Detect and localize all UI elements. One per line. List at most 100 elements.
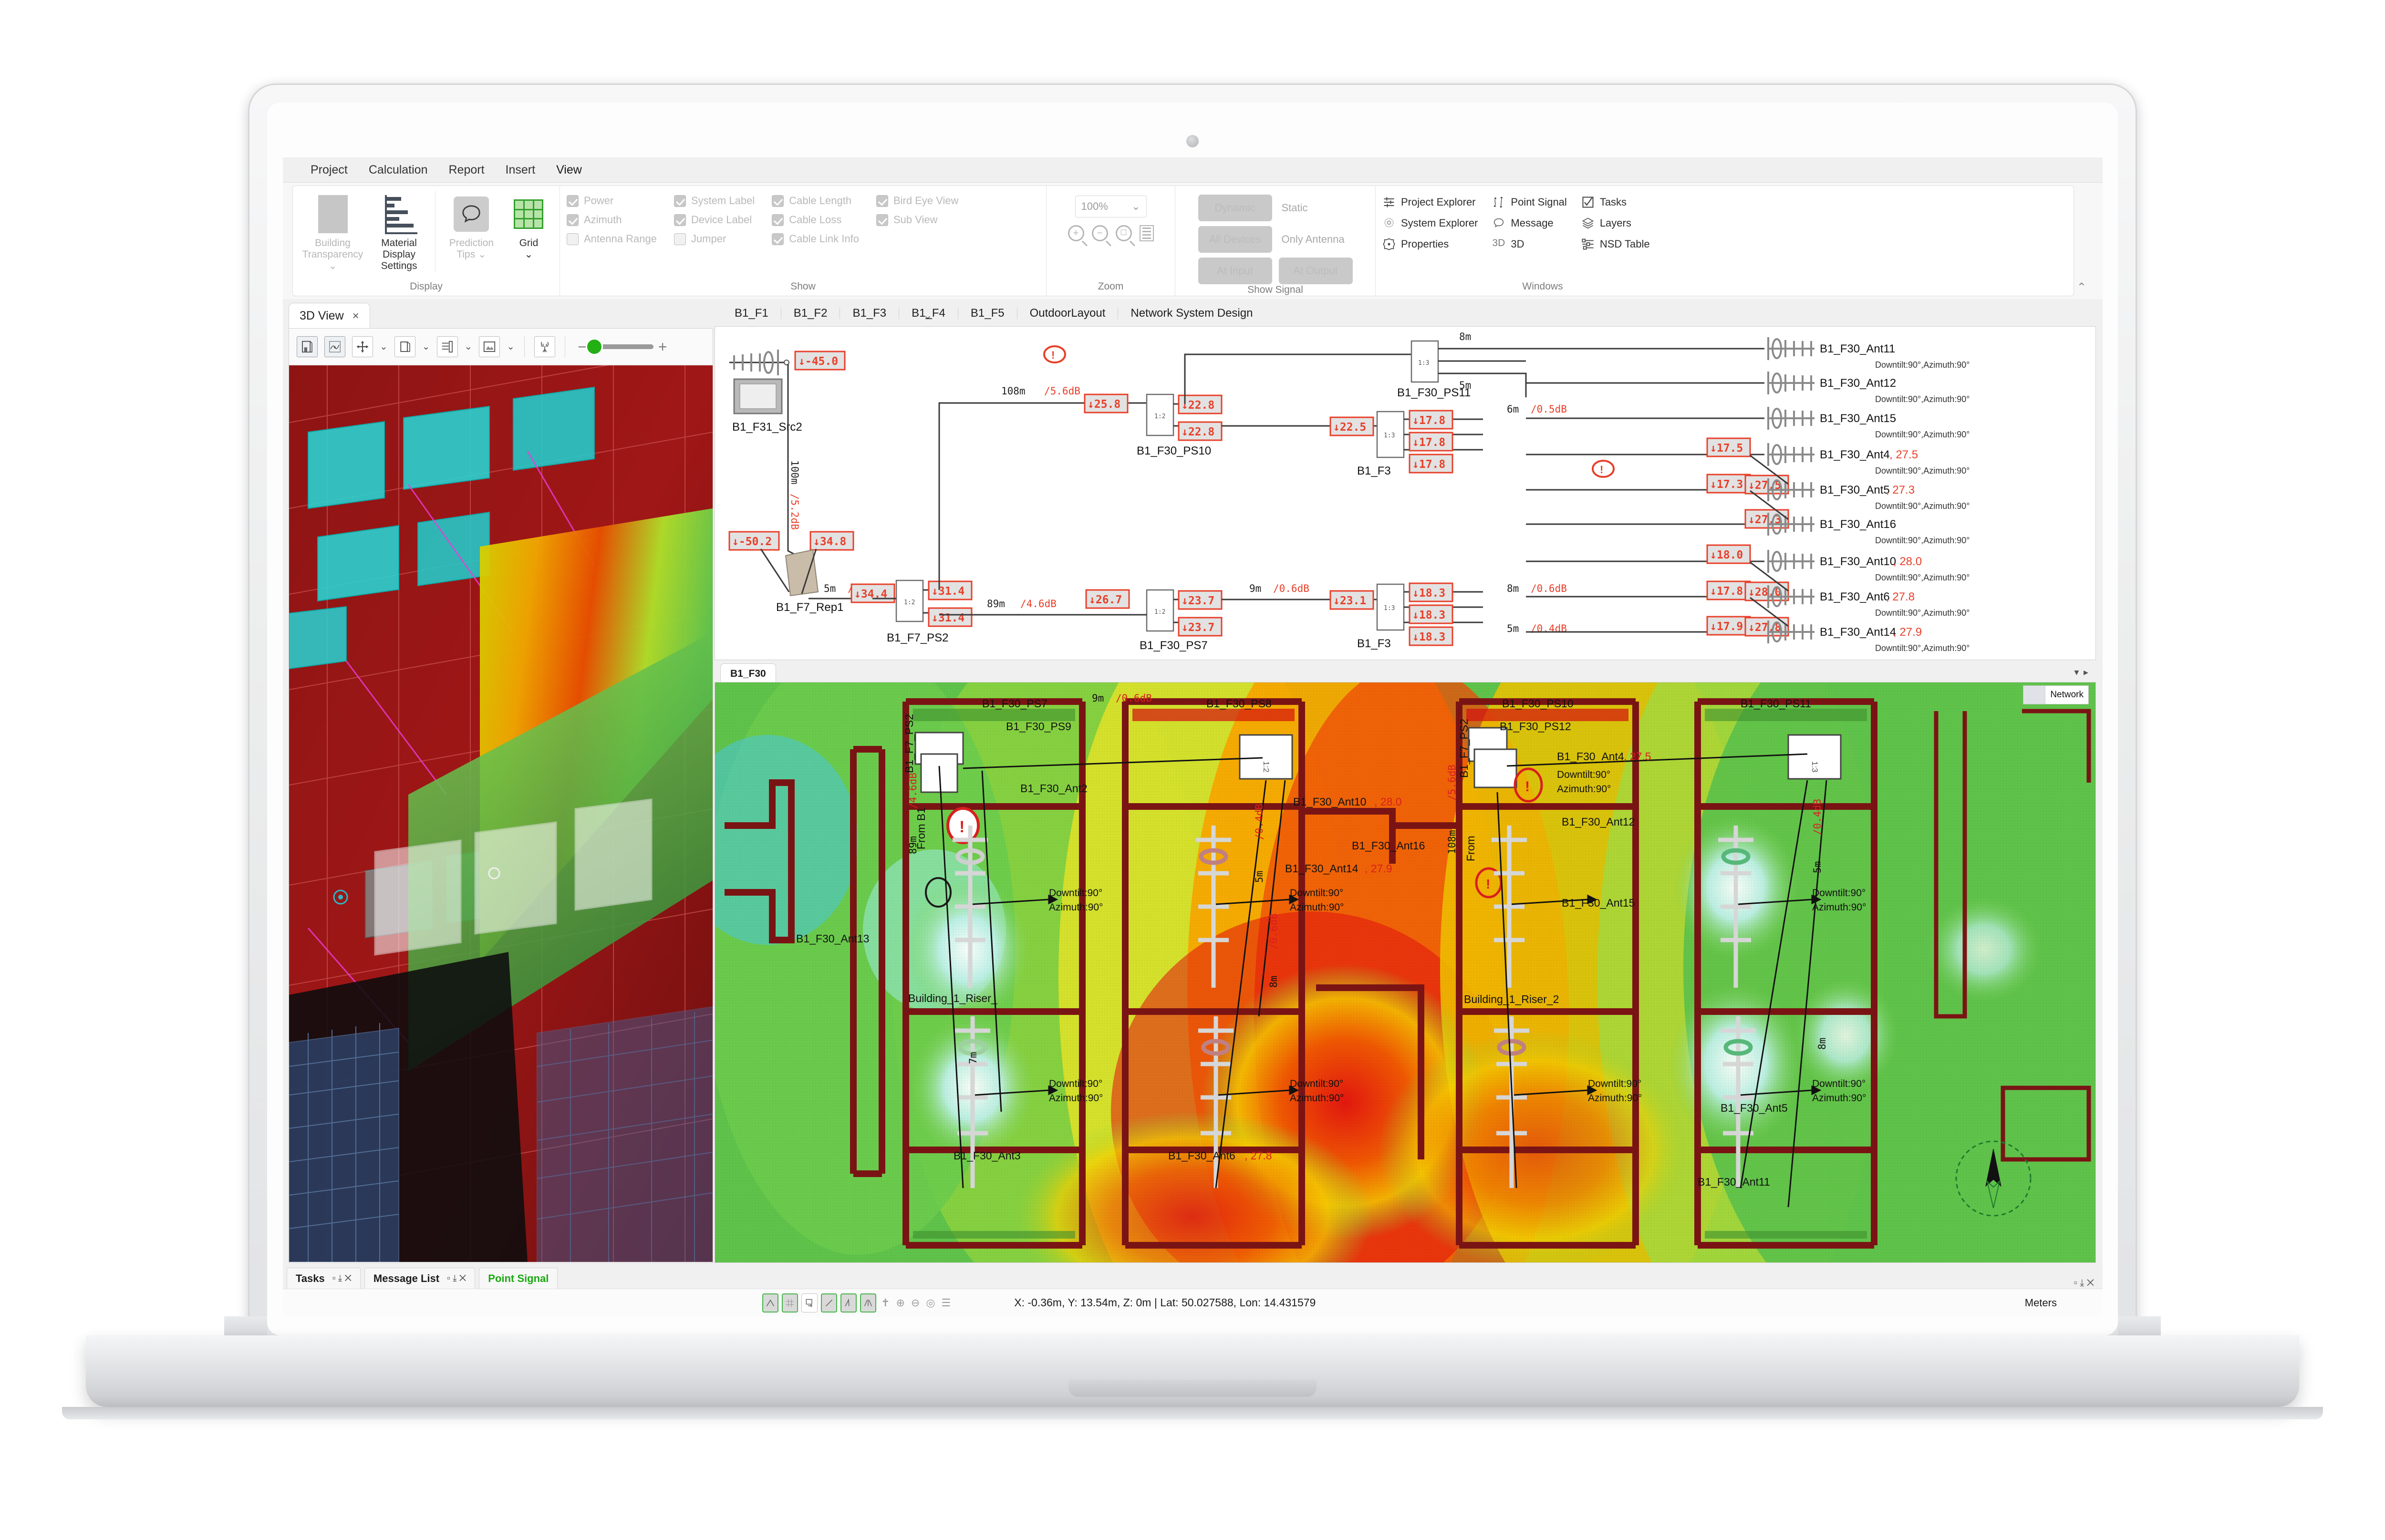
antenna-signal-icon[interactable]: [534, 336, 556, 357]
slider-minus-icon[interactable]: −: [578, 339, 587, 354]
menu-view[interactable]: View: [546, 160, 592, 185]
toggle-at-output[interactable]: At Output: [1278, 258, 1353, 284]
section-view-icon[interactable]: [324, 336, 345, 357]
material-display-settings-button[interactable]: Material Display Settings: [366, 191, 432, 272]
svg-text:/0.6dB: /0.6dB: [1268, 913, 1279, 950]
doc-tab-b1-f1[interactable]: B1_F1: [722, 308, 781, 319]
window-project-explorer[interactable]: Project Explorer: [1382, 196, 1478, 209]
3d-viewport[interactable]: [289, 365, 713, 1262]
chevron-down-icon[interactable]: ⌄: [380, 341, 388, 352]
toggle-at-input[interactable]: At Input: [1198, 258, 1272, 284]
chevron-down-icon[interactable]: ⌄: [422, 341, 430, 352]
zoom-in-icon[interactable]: ⊕: [894, 1297, 906, 1309]
multi-trace-icon[interactable]: [860, 1293, 876, 1313]
window-point-signal[interactable]: Point Signal: [1492, 196, 1567, 209]
export-icon[interactable]: [801, 1293, 818, 1313]
move-icon[interactable]: [352, 336, 373, 357]
svg-text:Building_1_Riser_: Building_1_Riser_: [908, 992, 998, 1004]
menu-report[interactable]: Report: [438, 160, 495, 180]
toggle-all-devices[interactable]: All Devices: [1198, 226, 1272, 253]
svg-text:/0.6dB: /0.6dB: [1273, 583, 1309, 594]
svg-text:B1_F30_Ant14: B1_F30_Ant14: [1285, 862, 1358, 875]
menu-project[interactable]: Project: [300, 160, 358, 180]
dock-tab-tasks[interactable]: Tasks ▫ ⤓ ✕: [287, 1268, 361, 1289]
line-icon[interactable]: [821, 1293, 837, 1313]
dock-tab-controls[interactable]: ▫ ⤓ ✕: [447, 1273, 466, 1284]
ribbon-collapse-button[interactable]: ⌃: [2077, 280, 2086, 294]
hinge-right: [2118, 1316, 2161, 1336]
checkbox-jumper[interactable]: Jumper: [674, 233, 755, 245]
zoom-out-icon[interactable]: ⊖: [910, 1297, 921, 1309]
zoom-list-icon[interactable]: [1139, 225, 1154, 241]
grid-icon[interactable]: [782, 1293, 798, 1313]
checkbox-power[interactable]: Power: [567, 195, 657, 207]
svg-text:B1_F30_Ant16: B1_F30_Ant16: [1820, 518, 1896, 531]
svg-text:89m: 89m: [907, 836, 919, 854]
zoom-fit-icon[interactable]: ◎: [924, 1297, 936, 1309]
doc-tab-b1-f4[interactable]: B1_F4: [899, 308, 958, 319]
slider-knob[interactable]: [585, 338, 603, 355]
toggle-only-antenna[interactable]: Only Antenna: [1279, 226, 1353, 253]
dock-window-controls[interactable]: ▫ ⤓ ✕: [2074, 1278, 2094, 1289]
image-view-icon[interactable]: [479, 336, 500, 357]
checkbox-system-label[interactable]: System Label: [674, 195, 755, 207]
window-message[interactable]: Message: [1492, 217, 1566, 230]
checkbox-sub-view[interactable]: Sub View: [876, 214, 959, 226]
checkbox-azimuth[interactable]: Azimuth: [567, 214, 657, 226]
zoom-out-icon[interactable]: −: [1091, 225, 1108, 241]
building-transparency-button[interactable]: Building Transparency ⌄: [300, 191, 366, 272]
tab-3d-view[interactable]: 3D View ×: [289, 303, 370, 329]
pick-icon[interactable]: ✝: [880, 1297, 891, 1309]
dock-tab-message-list[interactable]: Message List ▫ ⤓ ✕: [364, 1268, 476, 1289]
zoom-fit-icon[interactable]: ☐: [1115, 225, 1132, 241]
svg-text:Azimuth:90°: Azimuth:90°: [1812, 1093, 1866, 1104]
zoom-level-select[interactable]: 100% ⌄: [1075, 196, 1147, 217]
checkbox-antenna-range[interactable]: Antenna Range: [567, 233, 657, 245]
floorplan-heatmap-canvas[interactable]: .wall{stroke:#7a1414;stroke-width:14;fil…: [715, 682, 2096, 1263]
network-system-design-canvas[interactable]: .wire{stroke:#3a3a3a;stroke-width:3;fill…: [715, 326, 2096, 660]
peak-icon[interactable]: [762, 1293, 778, 1313]
window-nsd-table[interactable]: NSD Table: [1581, 238, 1650, 251]
dock-tab-point-signal[interactable]: Point Signal: [479, 1268, 558, 1289]
slider-track[interactable]: [585, 338, 653, 355]
close-icon[interactable]: ×: [353, 310, 359, 323]
menu-calculation[interactable]: Calculation: [358, 160, 438, 180]
window-properties[interactable]: Properties: [1382, 238, 1478, 251]
transparency-slider[interactable]: − +: [578, 338, 667, 355]
checkbox-cable-link-info[interactable]: Cable Link Info: [772, 233, 859, 245]
checkbox-cable-length[interactable]: Cable Length: [772, 195, 859, 207]
doc-tab-b1-f5[interactable]: B1_F5: [958, 308, 1017, 319]
toggle-static[interactable]: Static: [1279, 195, 1353, 221]
window-3d[interactable]: 3D 3D: [1492, 238, 1566, 251]
list-icon[interactable]: ☰: [940, 1297, 953, 1309]
box-view-icon[interactable]: [394, 336, 415, 357]
checkbox-bird-eye-view[interactable]: Bird Eye View: [876, 195, 959, 207]
window-tasks[interactable]: Tasks: [1581, 196, 1650, 209]
prediction-tips-button[interactable]: Prediction Tips ⌄: [438, 191, 505, 260]
scroll-hint[interactable]: ▾ ▸: [2074, 666, 2089, 678]
doc-tab-b1-f2[interactable]: B1_F2: [781, 308, 840, 319]
doc-tab-network-system-design[interactable]: Network System Design: [1118, 308, 1265, 319]
checkbox-cable-loss[interactable]: Cable Loss: [772, 214, 859, 226]
slider-plus-icon[interactable]: +: [658, 339, 667, 354]
zoom-in-icon[interactable]: +: [1068, 225, 1084, 241]
tab-b1-f30[interactable]: B1_F30: [720, 663, 776, 683]
layer-view-icon[interactable]: [436, 336, 458, 357]
network-overlay-badge[interactable]: Network: [2023, 685, 2089, 704]
menu-insert[interactable]: Insert: [495, 160, 546, 180]
doc-tab-b1-f3[interactable]: B1_F3: [840, 308, 900, 319]
toggle-dynamic[interactable]: Dynamic: [1198, 195, 1272, 221]
window-system-explorer[interactable]: System Explorer: [1382, 217, 1478, 230]
cube-3d-icon: 3D: [1492, 238, 1505, 248]
doc-tab-outdoor-layout[interactable]: OutdoorLayout: [1017, 308, 1119, 319]
grid-button[interactable]: Grid ⌄: [505, 191, 553, 260]
trace-icon[interactable]: [840, 1293, 857, 1313]
dock-right-controls[interactable]: ▫ ⤓ ✕: [2074, 1278, 2103, 1289]
window-layers[interactable]: Layers: [1581, 217, 1650, 230]
checkbox-box: [567, 214, 579, 226]
checkbox-device-label[interactable]: Device Label: [674, 214, 755, 226]
dock-tab-controls[interactable]: ▫ ⤓ ✕: [332, 1273, 352, 1284]
chevron-down-icon[interactable]: ⌄: [465, 341, 473, 352]
building-view-icon[interactable]: [297, 336, 318, 357]
chevron-down-icon[interactable]: ⌄: [507, 341, 515, 352]
